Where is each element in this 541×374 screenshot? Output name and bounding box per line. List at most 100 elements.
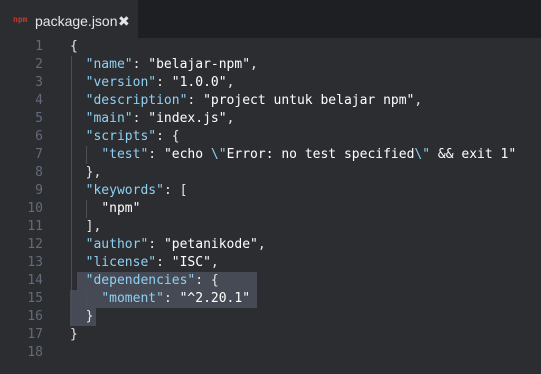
json-key: "dependencies": [85, 273, 196, 288]
json-string: "echo: [163, 147, 211, 162]
line-number: 14: [27, 273, 43, 288]
json-key: "license": [85, 255, 157, 270]
code-line: 17}: [0, 326, 541, 344]
line-number: 2: [35, 57, 43, 72]
json-punctuation: ,: [210, 255, 219, 270]
line-number: 8: [35, 165, 43, 180]
json-punctuation: ,: [257, 237, 266, 252]
json-punctuation: ,: [250, 57, 258, 72]
json-string: "npm": [101, 201, 141, 216]
line-number: 12: [27, 237, 43, 252]
code-line: 8 },: [0, 164, 541, 182]
code-text: "test": "echo \"Error: no test specified…: [70, 146, 516, 164]
line-number: 13: [27, 255, 43, 270]
json-punctuation: : {: [195, 273, 219, 288]
json-punctuation: [70, 111, 86, 126]
line-number: 15: [27, 291, 43, 306]
json-punctuation: }: [70, 309, 94, 324]
code-text: "main": "index.js",: [70, 110, 235, 128]
code-line: 5 "main": "index.js",: [0, 110, 541, 128]
json-punctuation: [70, 93, 86, 108]
code-line: 7 "test": "echo \"Error: no test specifi…: [0, 146, 541, 164]
code-text: "author": "petanikode",: [70, 236, 266, 254]
line-number: 17: [27, 327, 43, 342]
json-punctuation: [70, 291, 101, 306]
code-line: 12 "author": "petanikode",: [0, 236, 541, 254]
code-line: 9 "keywords": [: [0, 182, 541, 200]
tab-package-json[interactable]: npm package.json ✖: [0, 0, 138, 38]
code-line: 3 "version": "1.0.0",: [0, 74, 541, 92]
json-punctuation: : {: [156, 129, 180, 144]
code-text: },: [70, 164, 102, 182]
code-line: 11 ],: [0, 218, 541, 236]
line-number: 1: [35, 39, 43, 54]
json-punctuation: :: [132, 111, 149, 126]
code-text: }: [70, 308, 94, 326]
code-line: 18: [0, 344, 541, 362]
json-key: "keywords": [85, 183, 164, 198]
json-string: "1.0.0": [171, 75, 227, 90]
json-punctuation: [70, 273, 86, 288]
json-string: "ISC": [171, 255, 211, 270]
code-text: "description": "project untuk belajar np…: [70, 92, 423, 110]
json-string: "index.js": [148, 111, 227, 126]
json-punctuation: [70, 129, 86, 144]
tab-title: package.json: [35, 13, 118, 29]
code-editor[interactable]: 1{2 "name": "belajar-npm", 3 "version": "…: [0, 38, 541, 374]
json-key: "name": [85, 57, 133, 72]
json-punctuation: [70, 237, 86, 252]
code-text: "license": "ISC",: [70, 254, 219, 272]
line-number: 6: [35, 129, 43, 144]
json-punctuation: :: [187, 93, 204, 108]
json-punctuation: :: [132, 57, 149, 72]
json-string: && exit 1": [430, 147, 517, 162]
json-punctuation: [70, 75, 86, 90]
json-string: "^2.20.1": [179, 291, 251, 306]
json-punctuation: \": [210, 147, 227, 162]
json-punctuation: \": [414, 147, 431, 162]
code-line: 10 "npm": [0, 200, 541, 218]
code-text: "npm": [70, 200, 140, 218]
json-string: Error: no test specified: [226, 147, 415, 162]
line-number: 5: [35, 111, 43, 126]
json-key: "test": [101, 147, 149, 162]
line-number: 16: [27, 309, 43, 324]
json-punctuation: },: [70, 165, 102, 180]
json-key: "author": [85, 237, 149, 252]
code-text: }: [70, 326, 78, 344]
json-key: "description": [85, 93, 188, 108]
line-number: 9: [35, 183, 43, 198]
json-punctuation: :: [163, 291, 180, 306]
json-key: "moment": [101, 291, 164, 306]
json-key: "scripts": [85, 129, 157, 144]
code-text: "dependencies": {: [70, 272, 219, 290]
json-punctuation: :: [148, 147, 164, 162]
code-text: ],: [70, 218, 102, 236]
code-line: 13 "license": "ISC",: [0, 254, 541, 272]
json-punctuation: }: [70, 327, 78, 342]
code-text: "name": "belajar-npm",: [70, 56, 258, 74]
code-line: 1{: [0, 38, 541, 56]
json-punctuation: [70, 255, 86, 270]
code-text: {: [70, 38, 78, 56]
code-line: 16 }: [0, 308, 541, 326]
code-text: "moment": "^2.20.1": [70, 290, 250, 308]
code-text: "keywords": [: [70, 182, 188, 200]
json-string: "belajar-npm": [148, 57, 251, 72]
json-punctuation: :: [156, 255, 172, 270]
code-line: 4 "description": "project untuk belajar …: [0, 92, 541, 110]
line-number: 18: [27, 345, 43, 360]
json-punctuation: ],: [70, 219, 102, 234]
json-punctuation: ,: [226, 75, 235, 90]
json-punctuation: [70, 147, 101, 162]
json-punctuation: [70, 201, 101, 216]
code-text: "version": "1.0.0",: [70, 74, 235, 92]
json-punctuation: [70, 183, 86, 198]
npm-file-icon: npm: [13, 15, 28, 24]
close-icon[interactable]: ✖: [118, 12, 130, 30]
tab-bar: npm package.json ✖: [0, 0, 541, 38]
code-line: 6 "scripts": {: [0, 128, 541, 146]
json-punctuation: :: [148, 237, 164, 252]
line-number: 10: [27, 201, 43, 216]
json-punctuation: : [: [163, 183, 188, 198]
